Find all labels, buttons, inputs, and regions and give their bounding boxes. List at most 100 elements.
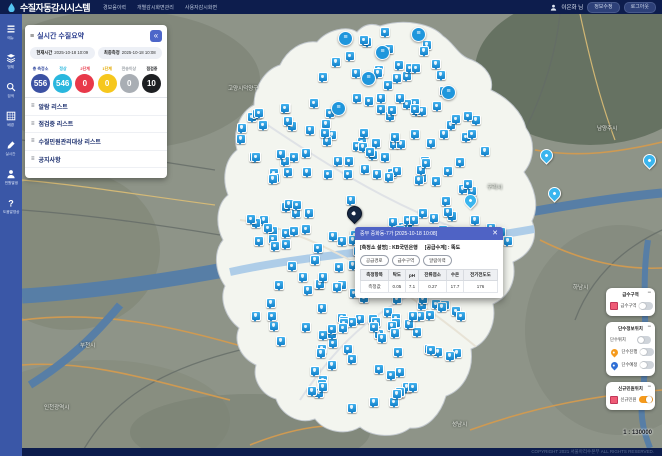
station-marker[interactable] bbox=[384, 172, 394, 182]
list-item-수질민원관리대상 리스트[interactable]: ≡수질민원관리대상 리스트 bbox=[25, 133, 167, 151]
cluster-marker[interactable]: ≡ bbox=[338, 31, 353, 46]
collapse-icon[interactable]: − bbox=[647, 290, 651, 296]
station-marker[interactable] bbox=[386, 370, 396, 380]
station-marker[interactable] bbox=[318, 272, 328, 282]
list-item-알람 리스트[interactable]: ≡알람 리스트 bbox=[25, 98, 167, 116]
sidebar-item-help[interactable]: ?도움말영상 bbox=[0, 193, 22, 219]
cluster-marker[interactable]: ≡ bbox=[375, 45, 390, 60]
station-marker[interactable] bbox=[251, 152, 261, 162]
station-marker[interactable] bbox=[377, 333, 387, 343]
station-marker[interactable] bbox=[372, 169, 382, 179]
station-marker[interactable] bbox=[408, 382, 418, 392]
station-marker[interactable] bbox=[345, 51, 355, 61]
supply-route-button[interactable]: 공급경로 bbox=[360, 255, 389, 266]
station-marker[interactable] bbox=[337, 236, 347, 246]
station-marker[interactable] bbox=[390, 132, 400, 142]
cluster-marker[interactable]: ≡ bbox=[331, 101, 346, 116]
station-marker[interactable] bbox=[480, 146, 490, 156]
station-marker[interactable] bbox=[410, 129, 420, 139]
station-marker[interactable] bbox=[254, 236, 264, 246]
station-marker[interactable] bbox=[411, 63, 421, 73]
station-marker[interactable] bbox=[301, 148, 311, 158]
station-marker[interactable] bbox=[369, 397, 379, 407]
station-marker[interactable] bbox=[307, 386, 317, 396]
list-item-점검중 리스트[interactable]: ≡점검중 리스트 bbox=[25, 116, 167, 134]
station-marker[interactable] bbox=[304, 208, 314, 218]
collapse-icon[interactable]: − bbox=[647, 384, 651, 390]
station-marker[interactable] bbox=[426, 138, 436, 148]
station-marker[interactable] bbox=[387, 105, 397, 115]
station-marker[interactable] bbox=[347, 354, 357, 364]
menu-item-screen-manage[interactable]: 개별감시화면관리 bbox=[137, 4, 174, 11]
station-marker[interactable] bbox=[343, 169, 353, 179]
station-marker[interactable] bbox=[436, 70, 446, 80]
station-marker[interactable] bbox=[303, 285, 313, 295]
sidebar-item-menu[interactable]: 메뉴 bbox=[0, 19, 22, 45]
station-marker[interactable] bbox=[328, 231, 338, 241]
station-marker[interactable] bbox=[283, 116, 293, 126]
station-marker[interactable] bbox=[360, 164, 370, 174]
station-marker[interactable] bbox=[380, 27, 390, 37]
station-marker[interactable] bbox=[410, 104, 420, 114]
toggle-급수구역[interactable] bbox=[639, 302, 653, 310]
toggle-신규민원[interactable] bbox=[639, 396, 653, 404]
station-marker[interactable] bbox=[301, 322, 311, 332]
station-marker[interactable] bbox=[421, 158, 431, 168]
station-marker[interactable] bbox=[347, 403, 357, 413]
sidebar-item-search[interactable]: 검색 bbox=[0, 77, 22, 103]
station-marker[interactable] bbox=[332, 282, 342, 292]
station-marker[interactable] bbox=[266, 298, 276, 308]
station-marker[interactable] bbox=[445, 351, 455, 361]
station-marker[interactable] bbox=[393, 347, 403, 357]
station-marker[interactable] bbox=[409, 215, 419, 225]
water-zone-button[interactable]: 급수구역 bbox=[392, 255, 421, 266]
station-marker[interactable] bbox=[456, 311, 466, 321]
station-marker[interactable] bbox=[390, 328, 400, 338]
cluster-marker[interactable]: ≡ bbox=[411, 27, 426, 42]
station-marker[interactable] bbox=[365, 147, 375, 157]
sidebar-item-legend[interactable]: 범례 bbox=[0, 48, 22, 74]
sidebar-item-basemap[interactable]: 배경 bbox=[0, 106, 22, 132]
station-marker[interactable] bbox=[327, 324, 337, 334]
station-marker[interactable] bbox=[246, 214, 256, 224]
station-marker[interactable] bbox=[359, 35, 369, 45]
station-marker[interactable] bbox=[313, 243, 323, 253]
station-marker[interactable] bbox=[305, 125, 315, 135]
station-marker[interactable] bbox=[503, 236, 513, 246]
toggle-단수예정[interactable] bbox=[640, 361, 654, 369]
station-marker[interactable] bbox=[392, 73, 402, 83]
station-marker[interactable] bbox=[344, 156, 354, 166]
sidebar-item-realtime[interactable]: 실시간 bbox=[0, 135, 22, 161]
station-marker[interactable] bbox=[289, 152, 299, 162]
station-marker[interactable] bbox=[298, 272, 308, 282]
station-marker[interactable] bbox=[251, 311, 261, 321]
station-marker[interactable] bbox=[364, 96, 374, 106]
station-marker[interactable] bbox=[467, 129, 477, 139]
station-marker[interactable] bbox=[431, 176, 441, 186]
station-marker[interactable] bbox=[338, 323, 348, 333]
station-marker[interactable] bbox=[439, 129, 449, 139]
station-marker[interactable] bbox=[352, 93, 362, 103]
station-marker[interactable] bbox=[395, 367, 405, 377]
station-marker[interactable] bbox=[316, 348, 326, 358]
menu-item-alarm-history[interactable]: 경보음이력 bbox=[103, 4, 126, 11]
station-marker[interactable] bbox=[323, 169, 333, 179]
station-marker[interactable] bbox=[463, 179, 473, 189]
menu-item-user-screen[interactable]: 사용자감시화면 bbox=[185, 4, 217, 11]
station-marker[interactable] bbox=[395, 93, 405, 103]
station-marker[interactable] bbox=[309, 98, 319, 108]
station-marker[interactable] bbox=[327, 360, 337, 370]
station-marker[interactable] bbox=[455, 157, 465, 167]
station-marker[interactable] bbox=[376, 93, 386, 103]
station-marker[interactable] bbox=[276, 336, 286, 346]
station-marker[interactable] bbox=[274, 280, 284, 290]
station-marker[interactable] bbox=[441, 196, 451, 206]
station-marker[interactable] bbox=[418, 208, 428, 218]
station-marker[interactable] bbox=[374, 364, 384, 374]
station-marker[interactable] bbox=[432, 101, 442, 111]
station-marker[interactable] bbox=[317, 303, 327, 313]
station-marker[interactable] bbox=[320, 128, 330, 138]
station-marker[interactable] bbox=[302, 167, 312, 177]
sidebar-item-civil[interactable]: 민원발생 bbox=[0, 164, 22, 190]
station-marker[interactable] bbox=[318, 382, 328, 392]
